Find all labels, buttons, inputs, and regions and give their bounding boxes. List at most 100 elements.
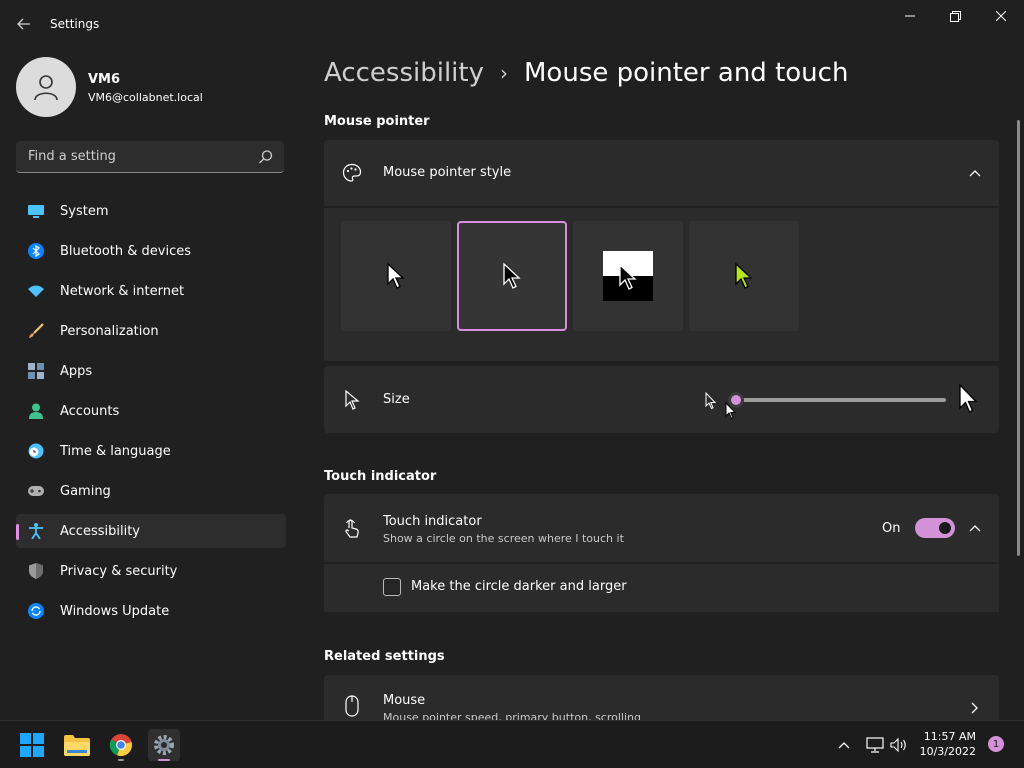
clock-time: 11:57 AM: [923, 730, 976, 743]
update-icon: [28, 603, 44, 619]
mouse-icon: [342, 695, 362, 717]
search-icon[interactable]: [258, 149, 274, 165]
mouse-pointer-style-label: Mouse pointer style: [383, 165, 512, 180]
gear-icon: [154, 735, 174, 755]
volume-tray-icon[interactable]: [888, 729, 910, 761]
minimize-button[interactable]: [887, 0, 933, 32]
pointer-style-inverted[interactable]: [573, 221, 683, 331]
chevron-up-icon: [838, 742, 850, 749]
scrollbar[interactable]: [1017, 120, 1020, 556]
breadcrumb-separator: ›: [500, 61, 508, 85]
white-cursor-icon: [387, 262, 405, 289]
sidebar-item-network[interactable]: Network & internet: [16, 274, 286, 308]
chevron-right-icon: [967, 700, 983, 716]
touch-indicator-state: On: [882, 521, 901, 536]
touch-icon: [342, 518, 362, 538]
touch-indicator-title: Touch indicator: [383, 514, 482, 529]
clock-date: 10/3/2022: [919, 745, 976, 758]
sidebar-nav: System Bluetooth & devices Network & int…: [16, 194, 286, 634]
inverted-cursor-icon: [603, 251, 653, 301]
sidebar-item-label: Network & internet: [60, 283, 185, 299]
sidebar-item-label: Windows Update: [60, 603, 170, 619]
breadcrumb-parent[interactable]: Accessibility: [324, 58, 484, 88]
sidebar-item-label: Gaming: [60, 483, 111, 499]
darker-larger-checkbox[interactable]: [383, 578, 401, 596]
breadcrumb: Accessibility › Mouse pointer and touch: [324, 58, 848, 88]
user-name: VM6: [88, 72, 121, 87]
close-icon: [996, 11, 1006, 21]
sidebar-item-accessibility[interactable]: Accessibility: [16, 514, 286, 548]
sidebar-item-label: Time & language: [60, 443, 171, 459]
related-mouse-description: Mouse pointer speed, primary button, scr…: [383, 711, 641, 720]
clock-globe-icon: [28, 443, 44, 459]
black-cursor-icon: [503, 262, 521, 289]
sidebar-item-label: Personalization: [60, 323, 159, 339]
darker-larger-label[interactable]: Make the circle darker and larger: [411, 579, 627, 594]
notification-badge[interactable]: 1: [988, 736, 1004, 752]
mouse-pointer-style-header[interactable]: Mouse pointer style: [324, 140, 999, 206]
sidebar-item-bluetooth[interactable]: Bluetooth & devices: [16, 234, 286, 268]
sidebar-item-label: Bluetooth & devices: [60, 243, 191, 259]
sidebar-item-time-language[interactable]: Time & language: [16, 434, 286, 468]
section-title-touch-indicator: Touch indicator: [324, 469, 437, 484]
pointer-style-black[interactable]: [457, 221, 567, 331]
person-icon: [34, 75, 58, 101]
pointer-size-slider-track[interactable]: [740, 398, 946, 402]
sidebar-item-windows-update[interactable]: Windows Update: [16, 594, 286, 628]
back-arrow-icon: [17, 18, 30, 30]
network-tray-icon[interactable]: [864, 729, 886, 761]
clock[interactable]: 11:57 AM 10/3/2022: [910, 729, 976, 759]
touch-indicator-toggle[interactable]: [915, 518, 955, 538]
section-title-mouse-pointer: Mouse pointer: [324, 114, 430, 129]
monitor-icon: [28, 203, 44, 219]
back-button[interactable]: [10, 10, 38, 38]
sidebar-item-privacy[interactable]: Privacy & security: [16, 554, 286, 588]
sidebar-item-accounts[interactable]: Accounts: [16, 394, 286, 428]
person-icon: [28, 403, 44, 419]
sidebar-item-personalization[interactable]: Personalization: [16, 314, 286, 348]
app-title: Settings: [50, 17, 100, 31]
pointer-style-white[interactable]: [341, 221, 451, 331]
speaker-icon: [890, 737, 906, 753]
avatar[interactable]: [16, 57, 76, 117]
chevron-up-icon[interactable]: [967, 520, 983, 536]
show-hidden-icons-button[interactable]: [832, 729, 856, 761]
sidebar-item-label: Privacy & security: [60, 563, 178, 579]
gamepad-icon: [28, 483, 44, 499]
chrome-button[interactable]: [105, 729, 137, 761]
search-input[interactable]: [26, 148, 250, 165]
sidebar-item-label: Accounts: [60, 403, 120, 419]
chrome-icon: [109, 734, 132, 757]
page-title: Mouse pointer and touch: [524, 58, 849, 88]
small-pointer-icon: [705, 392, 717, 410]
touch-indicator-row[interactable]: Touch indicator Show a circle on the scr…: [324, 494, 999, 562]
sidebar-item-label: Apps: [60, 363, 93, 379]
sidebar-item-label: System: [60, 203, 109, 219]
related-mouse-row[interactable]: Mouse Mouse pointer speed, primary butto…: [324, 675, 999, 720]
search-box[interactable]: [16, 141, 284, 173]
palette-icon: [342, 163, 362, 183]
settings-taskbar-button[interactable]: [148, 729, 180, 761]
chevron-up-icon[interactable]: [967, 165, 983, 181]
close-button[interactable]: [978, 0, 1024, 32]
sidebar-item-gaming[interactable]: Gaming: [16, 474, 286, 508]
taskbar: 11:57 AM 10/3/2022: [0, 720, 1024, 768]
restore-button[interactable]: [932, 0, 978, 32]
sidebar-item-system[interactable]: System: [16, 194, 286, 228]
section-title-related-settings: Related settings: [324, 649, 445, 664]
mouse-cursor-icon: [725, 402, 737, 420]
restore-icon: [949, 10, 961, 22]
pointer-style-custom[interactable]: [689, 221, 799, 331]
sidebar-item-apps[interactable]: Apps: [16, 354, 286, 388]
accessibility-icon: [28, 523, 44, 539]
pointer-size-label: Size: [383, 392, 410, 407]
user-email: VM6@collabnet.local: [88, 91, 203, 104]
related-mouse-title: Mouse: [383, 693, 426, 708]
start-button[interactable]: [16, 729, 48, 761]
brush-icon: [28, 323, 44, 339]
shield-icon: [28, 563, 44, 579]
pointer-icon: [342, 390, 362, 410]
sidebar-item-label: Accessibility: [60, 523, 140, 539]
file-explorer-button[interactable]: [61, 729, 93, 761]
apps-icon: [28, 363, 44, 379]
